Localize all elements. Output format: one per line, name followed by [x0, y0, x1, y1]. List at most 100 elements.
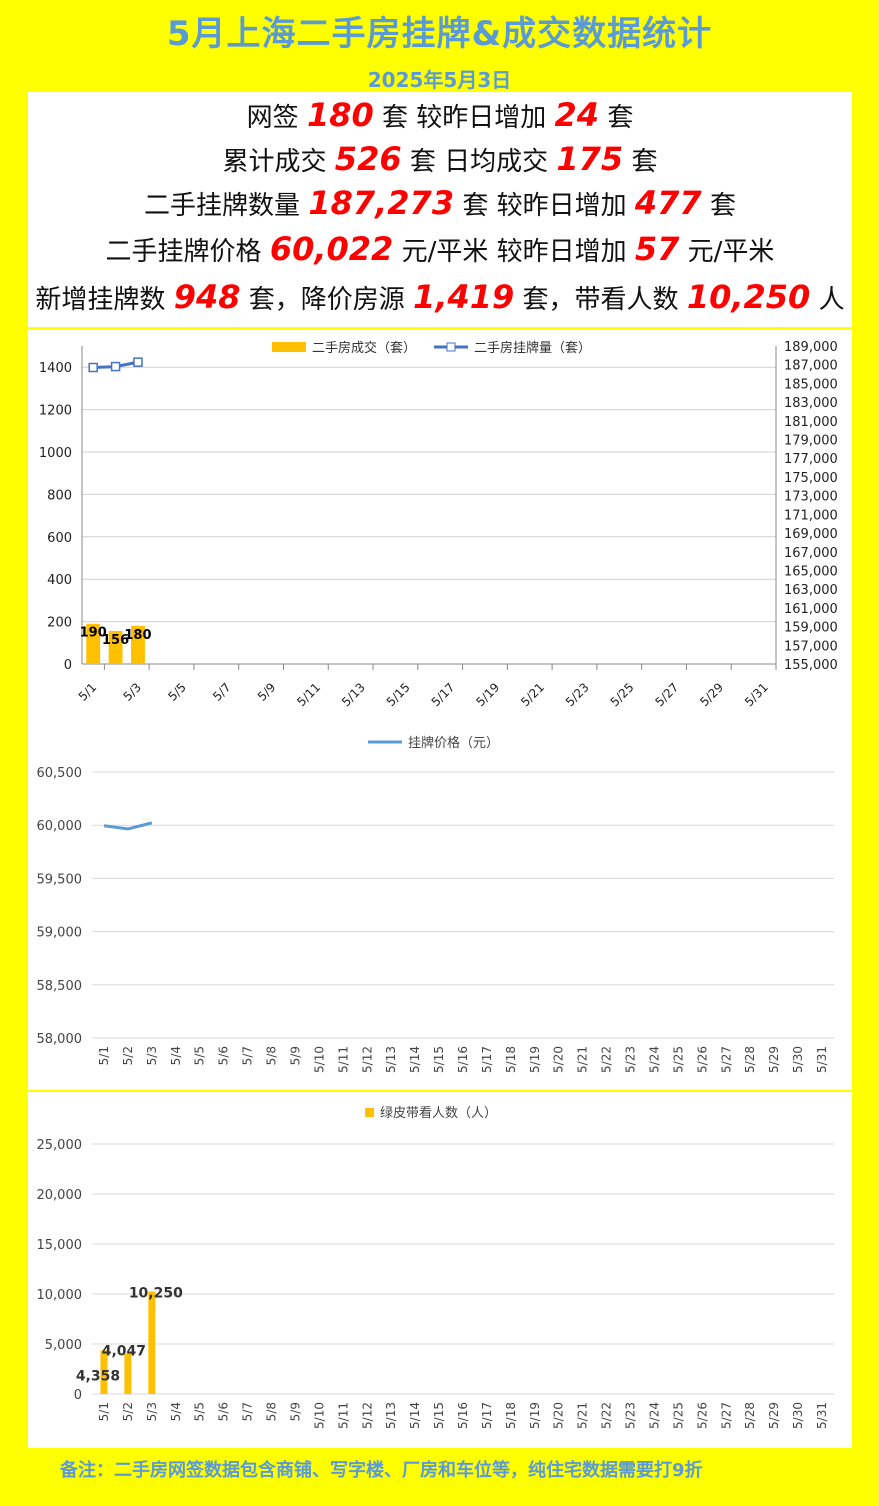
y2-tick-label: 181,000 [784, 415, 838, 430]
x-tick-label: 5/9 [288, 1046, 302, 1065]
y-tick-label: 60,500 [37, 766, 83, 781]
report-date: 2025年5月3日 [367, 68, 512, 92]
x-tick-label: 5/20 [552, 1046, 566, 1073]
y-tick-label: 1400 [39, 361, 72, 376]
y2-tick-label: 179,000 [784, 434, 838, 449]
listings-marker [133, 357, 143, 367]
y-tick-label: 60,000 [37, 819, 83, 834]
x-tick-label: 5/25 [671, 1046, 685, 1073]
stat-value: 180 [306, 96, 374, 134]
x-tick-label: 5/23 [624, 1402, 638, 1429]
chart-deals-listings: 0 200 400 600 800 1000 1200 1400 155,000 157,000 1… [28, 330, 852, 718]
stat-label: 套，降价房源 [248, 285, 405, 315]
x-tick-label: 5/28 [743, 1046, 757, 1073]
y2-tick-label: 185,000 [784, 377, 838, 392]
legend-label: 绿皮带看人数（人） [380, 1105, 497, 1121]
listings-marker [88, 362, 98, 373]
x-tick-label: 5/3 [145, 1402, 159, 1421]
y2-tick-label: 169,000 [784, 527, 838, 542]
x-tick-label: 5/5 [193, 1046, 207, 1065]
stat-label: 套 [709, 191, 736, 221]
x-tick-label: 5/21 [576, 1046, 590, 1073]
bar [124, 1353, 132, 1394]
x-tick-label: 5/2 [121, 1402, 135, 1421]
x-tick-label: 5/23 [624, 1046, 638, 1073]
x-tick-label: 5/15 [384, 680, 413, 709]
x-tick-label: 5/31 [815, 1046, 829, 1073]
stat-label: 网签 [246, 103, 299, 133]
x-tick-label: 5/19 [473, 680, 502, 709]
x-tick-label: 5/3 [121, 680, 145, 704]
stat-value: 187,273 [308, 184, 455, 222]
x-tick-label: 5/10 [312, 1402, 326, 1429]
y2-tick-label: 189,000 [784, 340, 838, 355]
stat-label: 套 [607, 103, 634, 133]
y-tick-label: 800 [47, 488, 72, 503]
x-tick-label: 5/7 [241, 1046, 255, 1065]
stat-line-cumulative: 累计成交 526 套 日均成交 175 套 [28, 140, 852, 178]
x-tick-label: 5/24 [647, 1402, 661, 1429]
y2-tick-label: 163,000 [784, 583, 838, 598]
y-tick-label: 600 [47, 531, 72, 546]
stat-value: 60,022 [269, 230, 394, 268]
x-tick-label: 5/13 [384, 1402, 398, 1429]
x-tick-label: 5/10 [312, 1046, 326, 1073]
y2-tick-label: 177,000 [784, 452, 838, 467]
x-tick-label: 5/6 [217, 1046, 231, 1065]
x-tick-label: 5/13 [384, 1046, 398, 1073]
x-tick-label: 5/1 [97, 1046, 111, 1065]
legend-label: 挂牌价格（元） [408, 735, 499, 751]
stat-label: 累计成交 [222, 147, 327, 177]
y2-tick-label: 171,000 [784, 508, 838, 523]
stat-label: 套 较昨日增加 [462, 191, 627, 221]
stat-value: 1,419 [413, 278, 515, 316]
legend-swatch-bar [272, 342, 306, 352]
x-tick-label: 5/19 [528, 1046, 542, 1073]
x-tick-label: 5/19 [528, 1402, 542, 1429]
x-tick-label: 5/18 [504, 1046, 518, 1073]
x-tick-label: 5/13 [339, 680, 368, 709]
stat-label: 新增挂牌数 [35, 285, 166, 315]
x-tick-label: 5/26 [695, 1046, 709, 1073]
x-tick-label: 5/5 [193, 1402, 207, 1421]
y-tick-label: 58,000 [37, 1032, 83, 1047]
x-tick-label: 5/17 [429, 680, 458, 709]
stat-label: 人 [818, 285, 845, 315]
stat-line-price: 二手挂牌价格 60,022 元/平米 较昨日增加 57 元/平米 [28, 230, 852, 268]
x-tick-label: 5/24 [647, 1046, 661, 1073]
viewings-svg: 0 5,000 10,000 15,000 20,000 25,000 5/1 5/2 5/3 5… [37, 1105, 834, 1429]
x-tick-label: 5/29 [767, 1046, 781, 1073]
x-tick-label: 5/25 [671, 1402, 685, 1429]
y2-tick-label: 175,000 [784, 471, 838, 486]
stat-label: 套 较昨日增加 [382, 103, 547, 133]
stat-value: 175 [556, 140, 624, 178]
y-tick-label: 400 [47, 573, 72, 588]
x-tick-label: 5/28 [743, 1402, 757, 1429]
stat-line-new: 新增挂牌数 948 套，降价房源 1,419 套，带看人数 10,250 人 [28, 278, 852, 316]
y2-tick-label: 165,000 [784, 564, 838, 579]
bar-value-label: 4,047 [102, 1344, 146, 1360]
bar-value-label: 4,358 [76, 1368, 120, 1384]
stat-label: 元/平米 [687, 237, 775, 267]
x-tick-label: 5/16 [456, 1046, 470, 1073]
y-tick-label: 10,000 [37, 1288, 83, 1303]
x-tick-label: 5/14 [408, 1046, 422, 1073]
y2-tick-label: 161,000 [784, 602, 838, 617]
y-tick-label: 200 [47, 616, 72, 631]
x-tick-label: 5/12 [360, 1046, 374, 1073]
stat-value: 57 [634, 230, 680, 268]
y2-tick-label: 173,000 [784, 490, 838, 505]
y-tick-label: 20,000 [37, 1188, 83, 1203]
legend-swatch-marker [446, 342, 456, 352]
stat-label: 二手挂牌数量 [144, 191, 301, 221]
page-title: 5月上海二手房挂牌&成交数据统计 [166, 14, 713, 54]
x-tick-label: 5/9 [288, 1402, 302, 1421]
y2-tick-label: 187,000 [784, 359, 838, 374]
x-tick-label: 5/27 [719, 1046, 733, 1073]
x-tick-label: 5/21 [576, 1402, 590, 1429]
stat-label: 套，带看人数 [522, 285, 679, 315]
y2-tick-label: 155,000 [784, 658, 838, 673]
x-tick-label: 5/16 [456, 1402, 470, 1429]
x-tick-label: 5/7 [210, 680, 234, 704]
legend-label: 二手房成交（套） [312, 340, 416, 356]
